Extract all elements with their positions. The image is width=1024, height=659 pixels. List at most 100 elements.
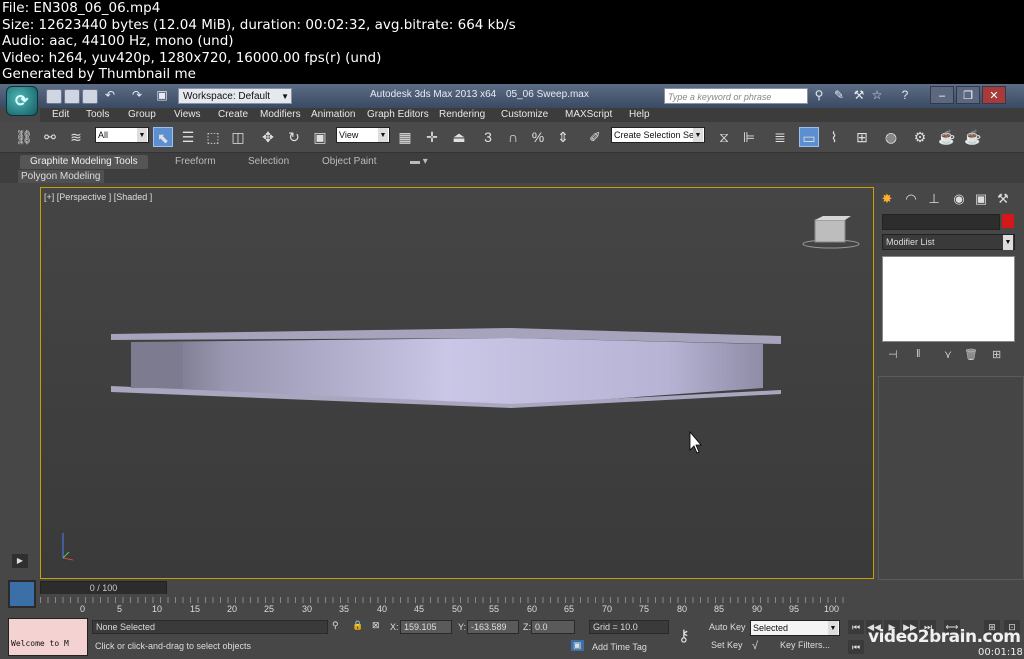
curve-editor-icon[interactable]: ⌇ xyxy=(824,127,844,147)
open-file-icon[interactable] xyxy=(64,89,80,104)
window-crossing-icon[interactable]: ◫ xyxy=(228,127,248,147)
save-file-icon[interactable] xyxy=(82,89,98,104)
menu-tools[interactable]: Tools xyxy=(86,108,109,122)
select-and-link-icon[interactable]: ⛓ xyxy=(14,127,34,147)
motion-tab-icon[interactable]: ◉ xyxy=(950,190,968,208)
menu-views[interactable]: Views xyxy=(174,108,201,122)
menu-help[interactable]: Help xyxy=(629,108,650,122)
sweep-object[interactable] xyxy=(111,328,781,408)
menu-maxscript[interactable]: MAXScript xyxy=(565,108,612,122)
auto-key-button[interactable]: Auto Key xyxy=(709,622,746,632)
search-input[interactable]: Type a keyword or phrase xyxy=(664,88,808,104)
menu-graph-editors[interactable]: Graph Editors xyxy=(367,108,429,122)
minimize-button[interactable]: – xyxy=(930,86,954,104)
create-tab-icon[interactable]: ✸ xyxy=(878,190,896,208)
z-coordinate-field[interactable]: 0.0 xyxy=(531,620,575,634)
percent-snap-icon[interactable]: % xyxy=(528,127,548,147)
reference-coordinate-dropdown[interactable]: View ▼ xyxy=(336,127,390,143)
maxscript-listener[interactable]: Welcome to M xyxy=(8,618,88,656)
modifier-stack[interactable] xyxy=(882,256,1015,342)
time-slider-thumb[interactable]: 0 / 100 xyxy=(40,581,167,595)
snaps-toggle-icon[interactable]: 3 xyxy=(478,127,498,147)
star-icon[interactable]: ☆ xyxy=(870,88,884,102)
binoculars-icon[interactable]: ⚲ xyxy=(812,88,826,102)
communication-center-icon[interactable]: ✎ xyxy=(832,88,846,102)
schematic-view-icon[interactable]: ⊞ xyxy=(852,127,872,147)
x-coordinate-field[interactable]: 159.105 xyxy=(400,620,452,634)
keyboard-shortcut-override-icon[interactable]: ⏏ xyxy=(449,127,469,147)
pivot-center-icon[interactable]: ▦ xyxy=(395,127,415,147)
angle-snap-icon[interactable]: ∩ xyxy=(503,127,523,147)
time-tag-icon[interactable]: ▣ xyxy=(571,640,584,651)
utilities-tab-icon[interactable]: ⚒ xyxy=(994,190,1012,208)
key-filters-button[interactable]: Key Filters... xyxy=(780,640,830,650)
tab-freeform[interactable]: Freeform xyxy=(175,155,216,169)
application-menu-button[interactable]: ⟳ xyxy=(6,86,38,116)
undo-icon[interactable]: ↶ xyxy=(103,88,117,102)
isolate-selection-icon[interactable]: ⚲ xyxy=(332,620,339,631)
track-bar[interactable]: 0 5 10 15 20 25 30 35 40 45 50 55 60 65 … xyxy=(40,594,848,618)
layer-manager-icon[interactable]: ≣ xyxy=(770,127,790,147)
selection-lock-icon[interactable]: 🔒 xyxy=(352,620,363,631)
rectangular-selection-icon[interactable]: ⬚ xyxy=(203,127,223,147)
menu-create[interactable]: Create xyxy=(218,108,248,122)
modify-tab-icon[interactable]: ◠ xyxy=(902,190,920,208)
align-icon[interactable]: ⊫ xyxy=(739,127,759,147)
help-icon[interactable]: ? xyxy=(898,88,912,102)
mini-listener-icon[interactable] xyxy=(8,580,36,608)
selection-filter-dropdown[interactable]: All ▼ xyxy=(95,127,149,143)
close-button[interactable]: ✕ xyxy=(982,86,1006,104)
new-file-icon[interactable] xyxy=(46,89,62,104)
menu-animation[interactable]: Animation xyxy=(311,108,355,122)
spinner-snap-icon[interactable]: ⇕ xyxy=(553,127,573,147)
object-name-field[interactable] xyxy=(882,214,1000,230)
display-tab-icon[interactable]: ▣ xyxy=(972,190,990,208)
workspace-dropdown[interactable]: Workspace: Default ▼ xyxy=(178,88,292,104)
object-color-swatch[interactable] xyxy=(1002,214,1014,228)
y-coordinate-field[interactable]: -163.589 xyxy=(467,620,519,634)
expand-arrow-icon[interactable]: ▶ xyxy=(12,554,28,568)
render-setup-icon[interactable]: ⚙ xyxy=(910,127,930,147)
key-mode-dropdown[interactable]: Selected ▼ xyxy=(750,620,840,636)
bind-space-warp-icon[interactable]: ≋ xyxy=(66,127,86,147)
project-folder-icon[interactable]: ▣ xyxy=(155,88,169,102)
mirror-icon[interactable]: ⧖ xyxy=(714,127,734,147)
tab-selection[interactable]: Selection xyxy=(248,155,289,169)
time-configuration-icon[interactable]: ⏮ xyxy=(848,640,864,654)
select-and-rotate-icon[interactable]: ↻ xyxy=(284,127,304,147)
menu-rendering[interactable]: Rendering xyxy=(439,108,485,122)
configure-modifier-sets-icon[interactable]: ⊞ xyxy=(992,348,1001,361)
graphite-modeling-toggle-icon[interactable]: ▭ xyxy=(799,127,819,147)
pin-stack-icon[interactable]: ⊣ xyxy=(888,348,898,361)
redo-icon[interactable]: ↷ xyxy=(130,88,144,102)
menu-customize[interactable]: Customize xyxy=(501,108,548,122)
render-production-icon[interactable]: ☕ xyxy=(963,127,983,147)
unlink-icon[interactable]: ⚯ xyxy=(40,127,60,147)
named-selection-dropdown[interactable]: Create Selection Se ▼ xyxy=(611,127,705,143)
polygon-modeling-panel[interactable]: Polygon Modeling xyxy=(18,170,104,183)
rendered-frame-window-icon[interactable]: ☕ xyxy=(937,127,957,147)
modifier-list-dropdown[interactable]: Modifier List ▼ xyxy=(882,234,1015,250)
menu-modifiers[interactable]: Modifiers xyxy=(260,108,301,122)
select-manipulate-icon[interactable]: ✛ xyxy=(422,127,442,147)
remove-modifier-icon[interactable]: 🗑 xyxy=(964,348,978,361)
show-end-result-icon[interactable]: ‖ xyxy=(916,348,921,360)
select-object-icon[interactable]: ⬉ xyxy=(153,127,173,147)
go-to-start-icon[interactable]: ⏮ xyxy=(848,620,864,634)
select-and-scale-icon[interactable]: ▣ xyxy=(310,127,330,147)
tab-object-paint[interactable]: Object Paint xyxy=(322,155,376,169)
favorites-icon[interactable]: ⚒ xyxy=(852,88,866,102)
add-time-tag-button[interactable]: Add Time Tag xyxy=(592,642,647,652)
edit-named-selection-icon[interactable]: ✐ xyxy=(585,127,605,147)
set-keys-icon[interactable]: √ xyxy=(752,640,758,652)
menu-group[interactable]: Group xyxy=(128,108,156,122)
key-icon[interactable]: ⚷ xyxy=(678,626,690,646)
select-by-name-icon[interactable]: ☰ xyxy=(178,127,198,147)
tab-graphite-modeling-tools[interactable]: Graphite Modeling Tools xyxy=(20,155,148,169)
viewcube-icon[interactable] xyxy=(802,216,860,249)
material-editor-icon[interactable]: ◍ xyxy=(881,127,901,147)
make-unique-icon[interactable]: ⋎ xyxy=(944,348,952,361)
hierarchy-tab-icon[interactable]: ⊥ xyxy=(925,190,943,208)
absolute-mode-icon[interactable]: ⊠ xyxy=(372,620,380,631)
menu-edit[interactable]: Edit xyxy=(52,108,69,122)
